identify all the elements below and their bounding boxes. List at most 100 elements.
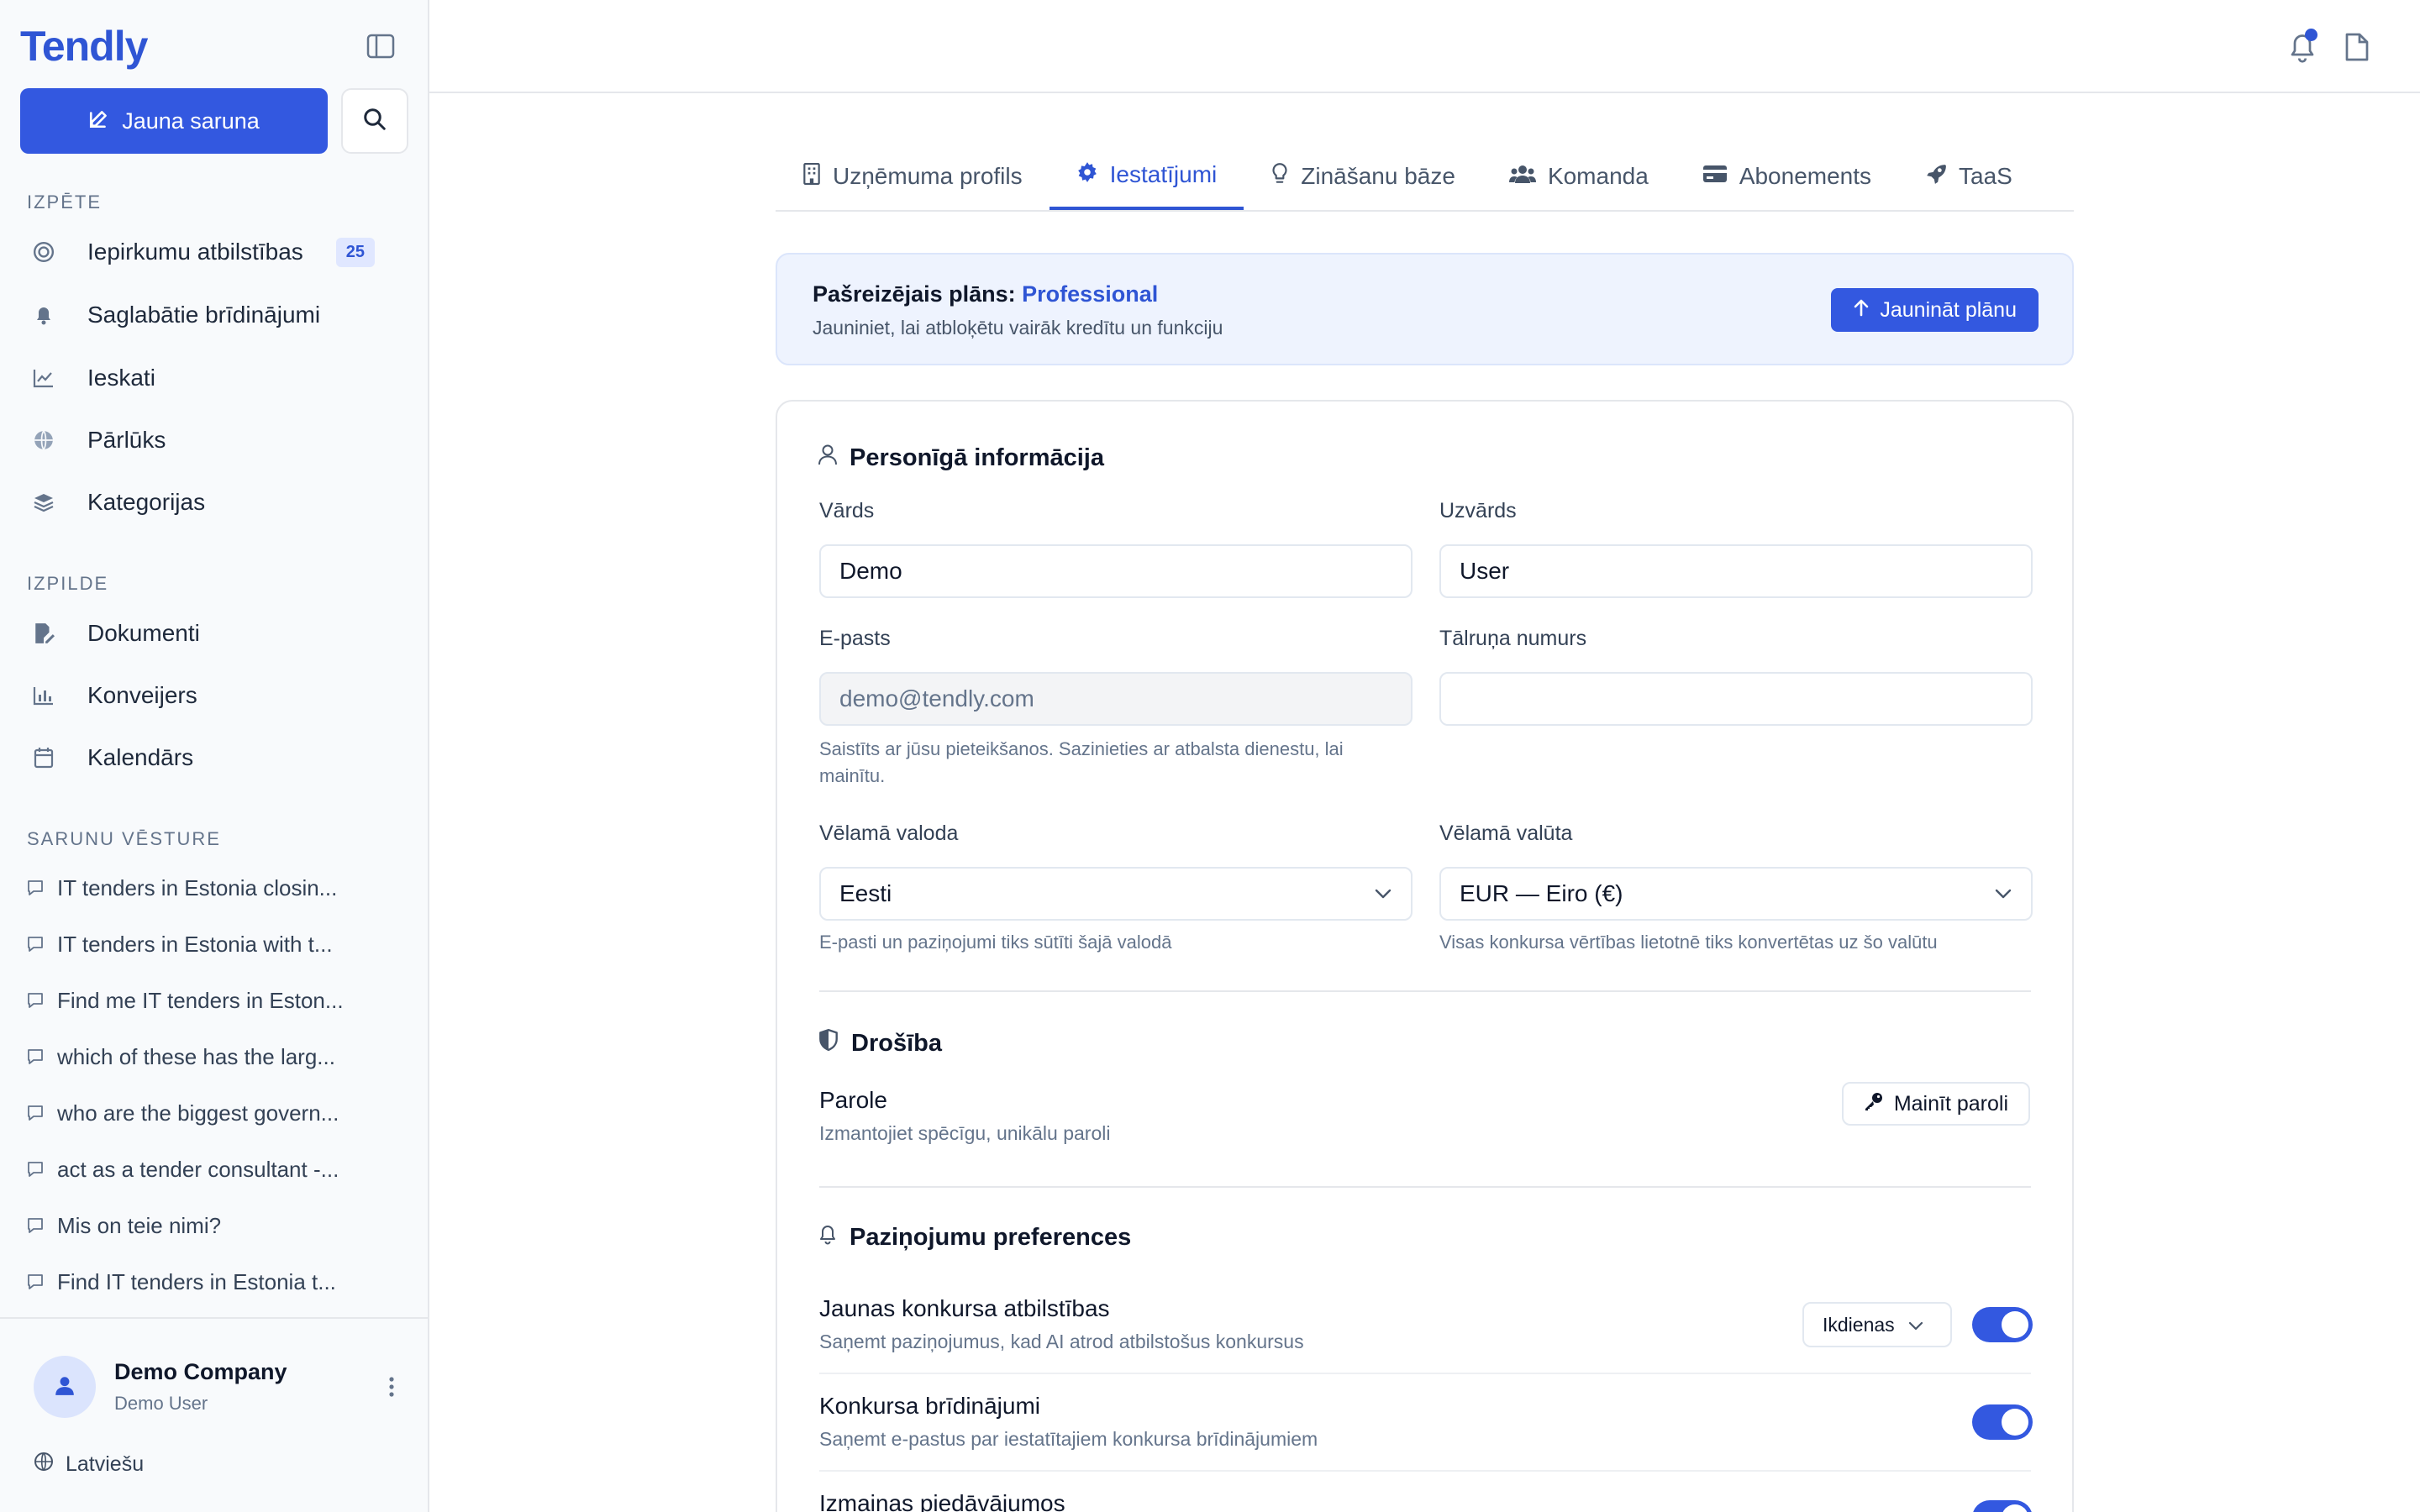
sidebar-item-label: Kalendārs <box>87 744 194 770</box>
new-matches-toggle[interactable] <box>1972 1307 2033 1342</box>
section-label-history: Sarunu vēsture <box>27 828 221 849</box>
history-item[interactable]: which of these has the larg... <box>27 1036 388 1078</box>
notification-title: Konkursa brīdinājumi <box>819 1393 1041 1419</box>
change-password-button[interactable]: Mainīt paroli <box>1841 1082 2030 1126</box>
history-item[interactable]: who are the biggest govern... <box>27 1092 388 1134</box>
new-chat-label: Jauna saruna <box>122 108 260 134</box>
personal-info-heading: Personīgā informācija <box>818 444 1104 472</box>
history-item[interactable]: Mis on teie nimi? <box>27 1205 388 1247</box>
notification-subtitle: Saņemt paziņojumus, kad AI atrod atbilst… <box>819 1331 1304 1352</box>
notification-prefs-heading: Paziņojumu preferences <box>818 1223 1131 1252</box>
upgrade-plan-button[interactable]: Jaunināt plānu <box>1831 288 2039 332</box>
toggle-knob <box>2002 1311 2028 1338</box>
key-icon <box>1864 1091 1884 1117</box>
history-item-label: which of these has the larg... <box>57 1043 335 1069</box>
phone-input[interactable] <box>1439 672 2033 726</box>
first-name-label: Vārds <box>819 499 875 522</box>
sidebar-item-insights[interactable]: Ieskati <box>20 353 408 403</box>
change-password-label: Mainīt paroli <box>1893 1091 2008 1116</box>
currency-value: EUR — Eiro (€) <box>1460 880 1623 906</box>
tab-taas[interactable]: TaaS <box>1898 143 2039 210</box>
email-input[interactable]: demo@tendly.com <box>819 672 1413 726</box>
plan-title: Pašreizējais plāns: Professional <box>813 281 1158 307</box>
history-item[interactable]: IT tenders in Estonia with t... <box>27 923 388 965</box>
sidebar-item-label: Saglabātie brīdinājumi <box>87 302 321 328</box>
history-item[interactable]: Find me IT tenders in Eston... <box>27 979 388 1021</box>
frequency-value: Ikdienas <box>1823 1313 1895 1336</box>
history-item[interactable]: IT tenders in Estonia closin... <box>27 867 388 909</box>
last-name-input[interactable]: User <box>1439 544 2033 598</box>
sidebar-item-browser[interactable]: Pārlūks <box>20 415 408 465</box>
target-icon <box>27 241 60 263</box>
upgrade-label: Jaunināt plānu <box>1880 297 2017 322</box>
layers-icon <box>27 492 60 512</box>
user-outline-icon <box>818 444 838 472</box>
sidebar-item-calendar[interactable]: Kalendārs <box>20 732 408 783</box>
history-item[interactable]: Find IT tenders in Estonia t... <box>27 1261 388 1303</box>
edit-icon <box>88 108 110 135</box>
building-icon <box>802 162 821 191</box>
notification-title: Jaunas konkursa atbilstības <box>819 1295 1110 1321</box>
sidebar-item-categories[interactable]: Kategorijas <box>20 477 408 528</box>
tab-knowledge-base[interactable]: Zināšanu bāze <box>1244 143 1482 210</box>
avatar[interactable] <box>34 1356 96 1418</box>
section-label-execution: Izpilde <box>27 573 109 594</box>
history-item[interactable]: act as a tender consultant -... <box>27 1148 388 1190</box>
history-item-label: IT tenders in Estonia with t... <box>57 931 333 957</box>
company-name: Demo Company <box>114 1359 287 1384</box>
search-button[interactable] <box>341 88 408 154</box>
chevron-down-icon <box>1908 1314 1923 1336</box>
credit-card-icon <box>1702 163 1728 190</box>
arrow-up-icon <box>1853 298 1870 323</box>
plan-name: Professional <box>1022 281 1159 307</box>
chat-bubble-icon <box>27 879 45 896</box>
bell-icon <box>818 1223 838 1252</box>
section-divider <box>819 1186 2031 1188</box>
chat-bubble-icon <box>27 1105 45 1121</box>
chat-bubble-icon <box>27 1273 45 1290</box>
security-heading: Drošība <box>818 1028 942 1058</box>
tab-team[interactable]: Komanda <box>1482 143 1676 210</box>
language-hint: E-pasti un paziņojumi tiks sūtīti šajā v… <box>819 932 1172 953</box>
first-name-input[interactable]: Demo <box>819 544 1413 598</box>
history-item-label: Find IT tenders in Estonia t... <box>57 1268 336 1294</box>
new-chat-button[interactable]: Jauna saruna <box>20 88 328 154</box>
chat-bubble-icon <box>27 936 45 953</box>
tab-settings[interactable]: Iestatījumi <box>1049 143 1244 210</box>
password-hint: Izmantojiet spēcīgu, unikālu paroli <box>819 1122 1111 1144</box>
sidebar-item-documents[interactable]: Dokumenti <box>20 608 408 659</box>
notification-subtitle: Saņemt e-pastus par iestatītajiem konkur… <box>819 1428 1318 1450</box>
tab-company-profile[interactable]: Uzņēmuma profils <box>776 143 1050 210</box>
document-icon[interactable] <box>2344 32 2370 62</box>
rocket-icon <box>1925 163 1947 191</box>
currency-select[interactable]: EUR — Eiro (€) <box>1439 867 2033 921</box>
language-switcher[interactable]: Latviešu <box>34 1452 144 1478</box>
history-item-label: act as a tender consultant -... <box>57 1156 339 1182</box>
toggle-knob <box>2002 1409 2028 1436</box>
row-divider <box>819 1373 2031 1374</box>
password-label: Parole <box>819 1087 887 1113</box>
sidebar-item-pipeline[interactable]: Konveijers <box>20 670 408 721</box>
tender-alerts-toggle[interactable] <box>1972 1404 2033 1440</box>
document-edit-icon <box>27 622 60 644</box>
chat-bubble-icon <box>27 1048 45 1065</box>
gear-icon <box>1076 161 1098 189</box>
section-divider <box>819 990 2031 992</box>
offer-changes-toggle[interactable] <box>1972 1500 2033 1512</box>
tab-subscription[interactable]: Abonements <box>1676 143 1898 210</box>
language-value: Eesti <box>839 880 892 906</box>
sidebar-item-label: Konveijers <box>87 682 197 708</box>
currency-label: Vēlamā valūta <box>1439 822 1573 845</box>
row-divider <box>819 1470 2031 1472</box>
last-name-label: Uzvārds <box>1439 499 1517 522</box>
sidebar-item-label: Pārlūks <box>87 427 166 453</box>
sidebar-item-matches[interactable]: Iepirkumu atbilstības 25 <box>20 227 408 277</box>
sidebar-item-saved-alerts[interactable]: Saglabātie brīdinājumi <box>20 290 408 340</box>
frequency-select[interactable]: Ikdienas <box>1802 1302 1952 1347</box>
more-options-icon[interactable] <box>385 1373 398 1401</box>
sidebar-toggle-icon[interactable] <box>366 34 395 59</box>
chat-bubble-icon <box>27 1217 45 1234</box>
app-logo[interactable]: Tendly <box>20 22 148 71</box>
language-select[interactable]: Eesti <box>819 867 1413 921</box>
notification-title: Izmaiņas piedāvājumos <box>819 1490 1065 1512</box>
